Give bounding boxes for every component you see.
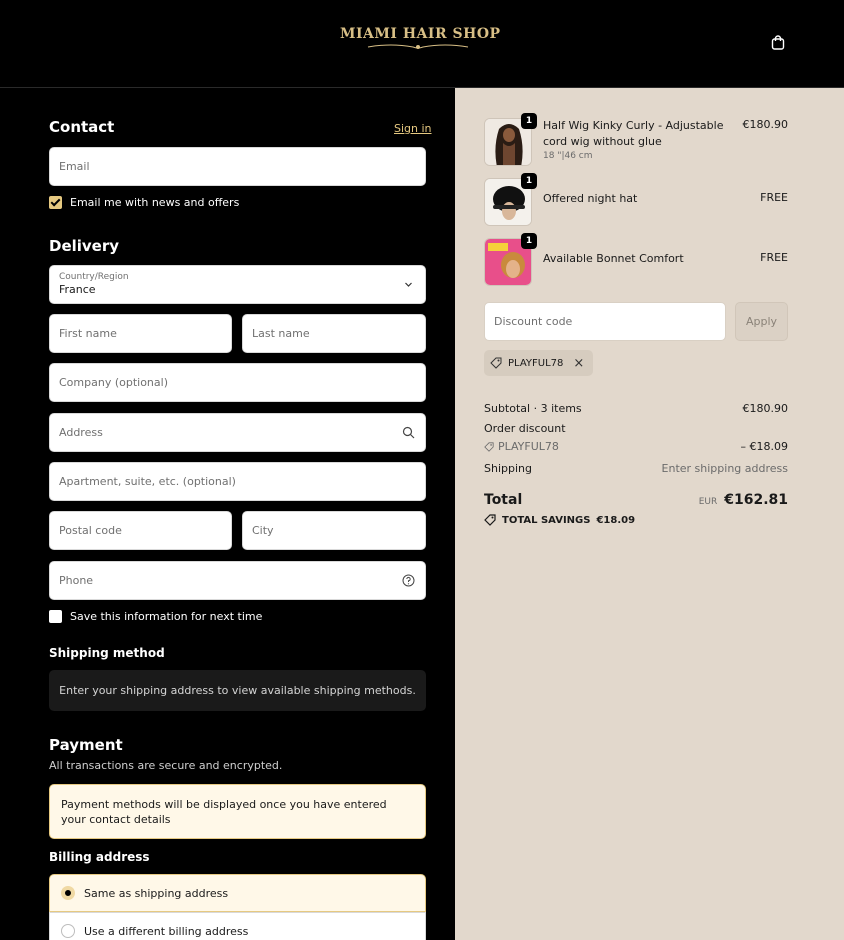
quantity-badge: 1 [521, 173, 537, 189]
item-price: €180.90 [742, 118, 789, 131]
radio-selected-icon[interactable] [61, 886, 75, 900]
last-name-placeholder: Last name [252, 327, 310, 340]
billing-option-label: Same as shipping address [84, 886, 229, 900]
discount-placeholder: Discount code [494, 315, 573, 328]
billing-title: Billing address [49, 850, 150, 864]
savings-label: TOTAL SAVINGS [502, 514, 591, 526]
email-placeholder: Email [59, 160, 90, 173]
item-name: Half Wig Kinky Curly - Adjustable cord w… [543, 119, 724, 148]
discount-code-field[interactable]: Discount code [484, 302, 726, 341]
address-placeholder: Address [59, 426, 103, 439]
item-name: Available Bonnet Comfort [543, 252, 684, 265]
order-summary: 1 Half Wig Kinky Curly - Adjustable cord… [455, 88, 844, 940]
tag-icon [484, 514, 496, 526]
shipping-label: Shipping [484, 462, 532, 475]
checkout-form: Contact Sign in Email Email me with news… [0, 88, 455, 940]
item-price: FREE [760, 191, 788, 204]
address-field[interactable]: Address [49, 413, 426, 452]
remove-discount-icon[interactable]: × [573, 356, 584, 371]
postal-code-placeholder: Postal code [59, 524, 122, 537]
total-amount: EUR €162.81 [699, 492, 788, 508]
logo-text: MIAMI HAIR SHOP [340, 26, 501, 42]
quantity-badge: 1 [521, 113, 537, 129]
phone-placeholder: Phone [59, 574, 94, 587]
city-field[interactable]: City [242, 511, 426, 550]
help-circle-icon[interactable] [402, 574, 415, 587]
sign-in-link[interactable]: Sign in [394, 122, 432, 135]
shipping-method-notice: Enter your shipping address to view avai… [49, 670, 426, 711]
shopping-bag-icon[interactable] [770, 34, 786, 50]
country-value: France [59, 283, 96, 296]
quantity-badge: 1 [521, 233, 537, 249]
subtotal-label: Subtotal · 3 items [484, 402, 582, 415]
country-label: Country/Region [59, 272, 129, 282]
company-field[interactable]: Company (optional) [49, 363, 426, 402]
checkbox-unchecked-icon[interactable] [49, 610, 62, 623]
email-field[interactable]: Email [49, 147, 426, 186]
checkbox-checked-icon[interactable] [49, 196, 62, 209]
discount-code-row: PLAYFUL78 – €18.09 [484, 440, 788, 455]
radio-unselected-icon[interactable] [61, 924, 75, 938]
apartment-field[interactable]: Apartment, suite, etc. (optional) [49, 462, 426, 501]
item-price: FREE [760, 251, 788, 264]
search-icon [402, 426, 415, 439]
item-variant: 18 "|46 cm [543, 151, 593, 161]
logo-ornament-icon [367, 44, 469, 49]
site-header: MIAMI HAIR SHOP [0, 0, 844, 88]
discount-value: – €18.09 [740, 440, 789, 453]
first-name-field[interactable]: First name [49, 314, 232, 353]
first-name-placeholder: First name [59, 327, 117, 340]
applied-discount-chip: PLAYFUL78 × [484, 350, 594, 376]
cart-item: 1 Offered night hat FREE [484, 173, 788, 228]
cart-item: 1 Available Bonnet Comfort FREE [484, 233, 788, 288]
total-label: Total [484, 492, 523, 508]
phone-field[interactable]: Phone [49, 561, 426, 600]
discount-code-label: PLAYFUL78 [498, 440, 559, 453]
save-info-checkbox[interactable]: Save this information for next time [49, 610, 262, 623]
payment-subtitle: All transactions are secure and encrypte… [49, 759, 283, 772]
company-placeholder: Company (optional) [59, 376, 168, 389]
payment-title: Payment [49, 736, 123, 754]
store-logo[interactable]: MIAMI HAIR SHOP [340, 26, 501, 51]
shipping-row: Shipping Enter shipping address [484, 462, 788, 475]
tag-icon [490, 357, 502, 369]
total-savings: TOTAL SAVINGS €18.09 [484, 514, 635, 526]
shipping-value: Enter shipping address [661, 462, 788, 475]
last-name-field[interactable]: Last name [242, 314, 426, 353]
apply-button[interactable]: Apply [735, 302, 788, 341]
payment-notice: Payment methods will be displayed once y… [49, 784, 426, 839]
subtotal-row: Subtotal · 3 items €180.90 [484, 402, 788, 415]
applied-code: PLAYFUL78 [508, 357, 564, 369]
currency-code: EUR [698, 497, 718, 507]
newsletter-label: Email me with news and offers [70, 196, 240, 209]
order-discount-row: Order discount [484, 422, 788, 435]
city-placeholder: City [252, 524, 274, 537]
apartment-placeholder: Apartment, suite, etc. (optional) [59, 475, 236, 488]
billing-option-different[interactable]: Use a different billing address [49, 912, 426, 940]
save-info-label: Save this information for next time [70, 610, 263, 623]
billing-option-label: Use a different billing address [84, 924, 249, 938]
subtotal-value: €180.90 [742, 402, 789, 415]
total-value: €162.81 [724, 492, 788, 508]
chevron-down-icon [405, 282, 412, 287]
newsletter-checkbox[interactable]: Email me with news and offers [49, 196, 239, 209]
cart-item: 1 Half Wig Kinky Curly - Adjustable cord… [484, 113, 789, 168]
country-select[interactable]: Country/Region France [49, 265, 426, 304]
delivery-title: Delivery [49, 237, 120, 255]
shipping-method-title: Shipping method [49, 646, 165, 660]
item-name: Offered night hat [543, 192, 638, 205]
discount-code-tag: PLAYFUL78 [484, 440, 559, 453]
tag-icon [484, 441, 494, 452]
postal-code-field[interactable]: Postal code [49, 511, 232, 550]
order-discount-label: Order discount [484, 422, 566, 435]
savings-value: €18.09 [596, 514, 636, 526]
contact-title: Contact [49, 118, 115, 136]
billing-option-same[interactable]: Same as shipping address [49, 874, 426, 912]
